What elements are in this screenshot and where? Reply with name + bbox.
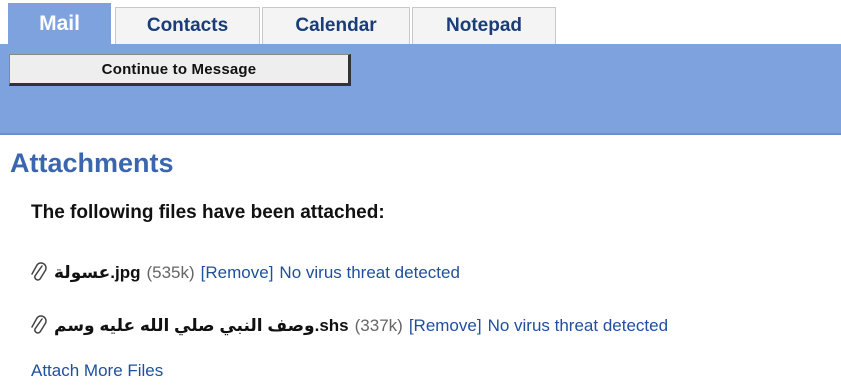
paperclip-icon xyxy=(31,315,47,334)
tab-bar: Mail Contacts Calendar Notepad xyxy=(0,0,841,44)
paperclip-icon xyxy=(31,262,47,281)
attachment-filename: عسولة.jpg xyxy=(54,263,141,282)
virus-scan-status: No virus threat detected xyxy=(279,263,460,282)
virus-scan-status: No virus threat detected xyxy=(487,316,669,335)
tab-mail-label: Mail xyxy=(39,12,80,35)
toolbar: Continue to Message xyxy=(0,44,841,135)
remove-attachment-link[interactable]: [Remove] xyxy=(201,263,274,283)
page-title: Attachments xyxy=(10,148,174,178)
attachment-row: عسولة.jpg (535k) [Remove] No virus threa… xyxy=(30,260,460,286)
tab-calendar[interactable]: Calendar xyxy=(262,7,410,44)
continue-to-message-button[interactable]: Continue to Message xyxy=(9,54,351,86)
remove-attachment-link[interactable]: [Remove] xyxy=(409,316,482,336)
tab-notepad[interactable]: Notepad xyxy=(412,7,556,44)
attachment-size: (337k) xyxy=(354,316,403,335)
attachment-size: (535k) xyxy=(146,263,195,282)
attachments-subtitle: The following files have been attached: xyxy=(31,202,385,223)
attachment-filename: وصف النبي صلي الله عليه وسم.shs xyxy=(54,316,349,335)
attach-more-files-link[interactable]: Attach More Files xyxy=(31,361,163,381)
tab-mail[interactable]: Mail xyxy=(8,3,111,44)
tab-contacts-label: Contacts xyxy=(146,15,229,36)
continue-button-label: Continue to Message xyxy=(101,60,257,78)
tab-contacts[interactable]: Contacts xyxy=(115,7,260,44)
tab-notepad-label: Notepad xyxy=(446,15,522,36)
tab-calendar-label: Calendar xyxy=(295,15,377,36)
attachment-row: وصف النبي صلي الله عليه وسم.shs (337k) [… xyxy=(30,313,668,339)
